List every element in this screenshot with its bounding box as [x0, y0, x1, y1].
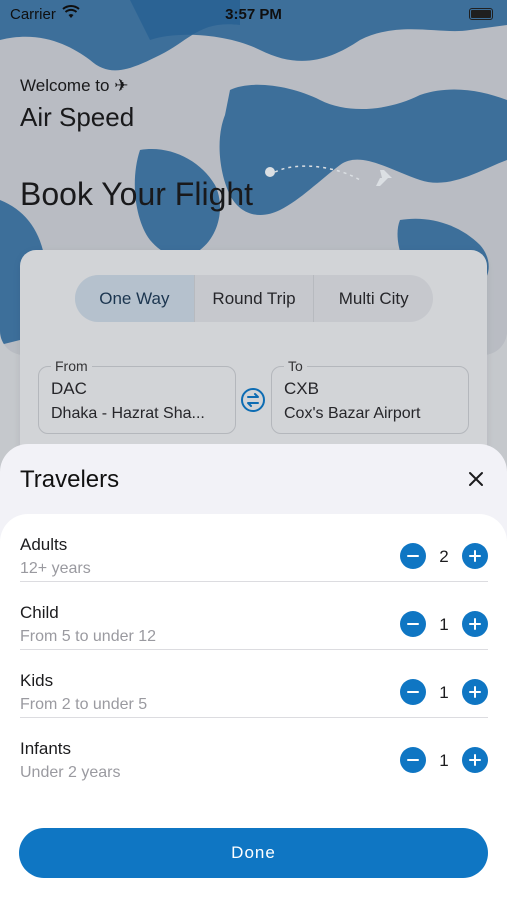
traveler-title: Child [20, 603, 59, 622]
done-button[interactable]: Done [19, 828, 488, 878]
close-icon[interactable] [465, 468, 487, 490]
traveler-subtitle: Under 2 years [20, 764, 121, 781]
minus-icon[interactable] [400, 679, 426, 705]
plus-icon[interactable] [462, 679, 488, 705]
traveler-count: 2 [439, 547, 449, 566]
minus-icon[interactable] [400, 611, 426, 637]
traveler-row-kids: Kids From 2 to under 5 1 [20, 650, 488, 718]
minus-icon[interactable] [400, 747, 426, 773]
traveler-subtitle: From 5 to under 12 [20, 628, 157, 645]
child-stepper: 1 [400, 611, 488, 639]
traveler-count: 1 [439, 751, 449, 770]
traveler-title: Kids [20, 671, 54, 690]
infants-stepper: 1 [400, 747, 488, 775]
kids-stepper: 1 [400, 679, 488, 707]
traveler-count: 1 [439, 615, 449, 634]
traveler-subtitle: 12+ years [20, 560, 91, 577]
plus-icon[interactable] [462, 611, 488, 637]
travelers-sheet: Travelers Adults 12+ years 2 Child From … [0, 444, 507, 900]
adults-stepper: 2 [400, 543, 488, 571]
plus-icon[interactable] [462, 747, 488, 773]
traveler-count: 1 [439, 683, 449, 702]
traveler-row-adults: Adults 12+ years 2 [20, 514, 488, 582]
traveler-title: Infants [20, 739, 72, 758]
plus-icon[interactable] [462, 543, 488, 569]
traveler-row-infants: Infants Under 2 years 1 [20, 718, 488, 786]
traveler-row-child: Child From 5 to under 12 1 [20, 582, 488, 650]
sheet-title: Travelers [20, 466, 120, 493]
traveler-subtitle: From 2 to under 5 [20, 696, 148, 713]
minus-icon[interactable] [400, 543, 426, 569]
traveler-title: Adults [20, 535, 68, 554]
